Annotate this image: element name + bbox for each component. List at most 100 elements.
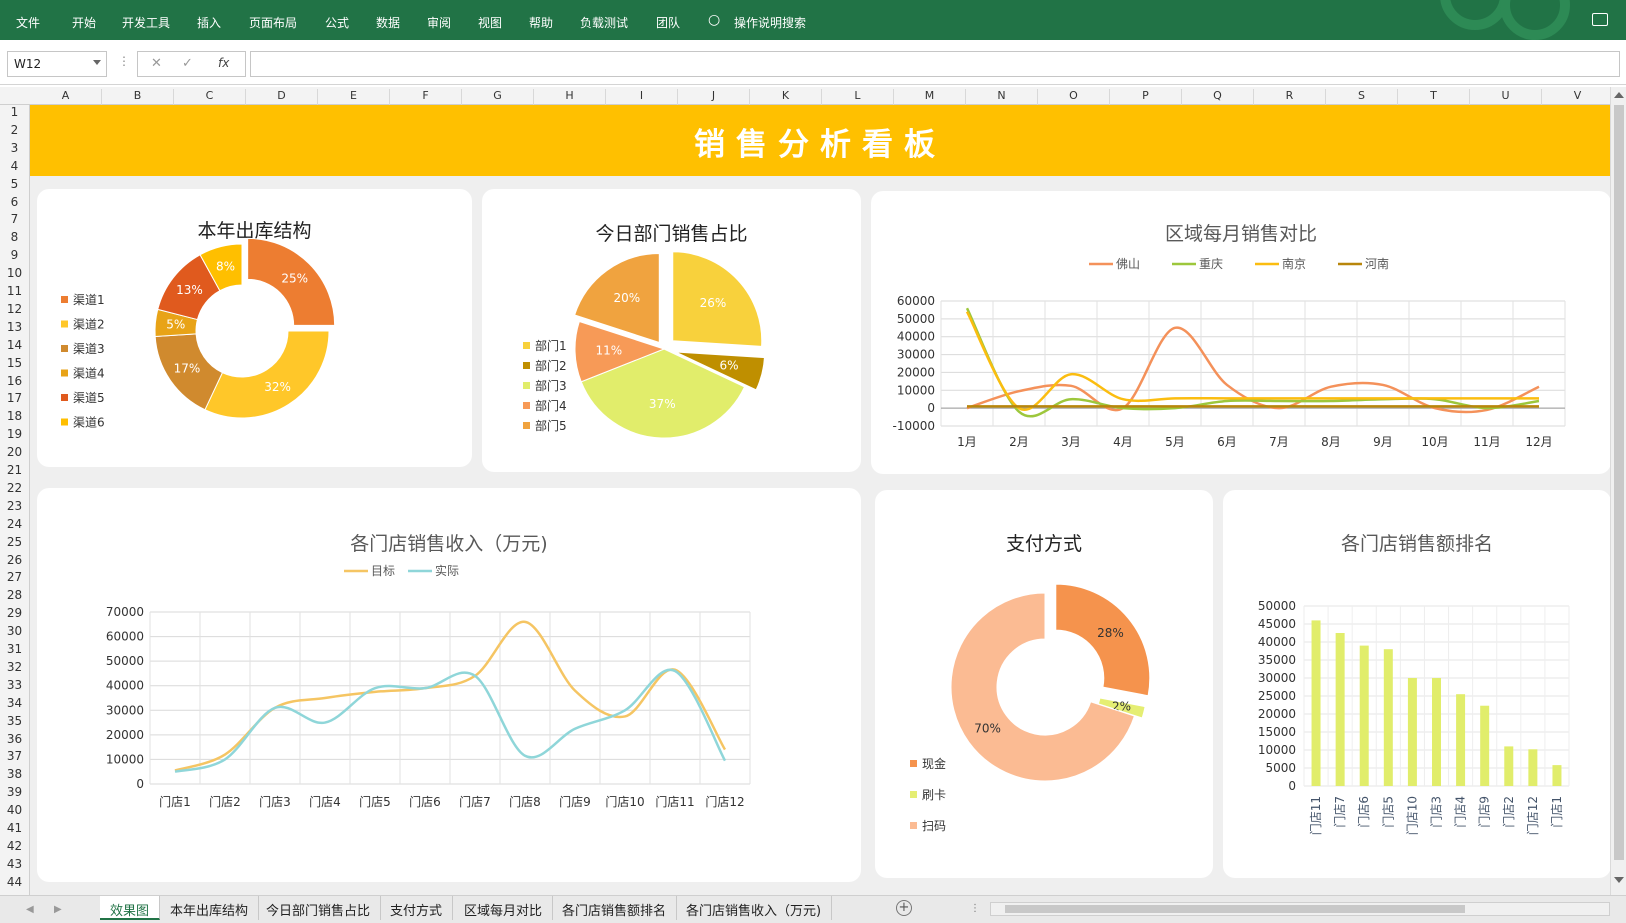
row-header[interactable]: 41 bbox=[0, 821, 29, 835]
row-header[interactable]: 24 bbox=[0, 517, 29, 531]
sheet-tab[interactable]: 今日部门销售占比 bbox=[256, 896, 382, 920]
add-sheet-icon[interactable]: + bbox=[896, 900, 912, 916]
column-header[interactable]: O bbox=[1038, 89, 1110, 105]
warehouse-donut-chart[interactable]: 25% 32% 17% 5% 13% 8% 渠道1 渠道2 渠道3 渠道4 渠道5 渠道6 bbox=[37, 189, 472, 467]
row-header[interactable]: 37 bbox=[0, 749, 29, 763]
row-header[interactable]: 14 bbox=[0, 338, 29, 352]
row-header[interactable]: 4 bbox=[0, 159, 29, 173]
ribbon-tab-file[interactable]: 文件 bbox=[16, 14, 40, 31]
column-header[interactable]: T bbox=[1398, 89, 1470, 105]
row-header[interactable]: 31 bbox=[0, 642, 29, 656]
column-header[interactable]: C bbox=[174, 89, 246, 105]
ribbon-tab-review[interactable]: 审阅 bbox=[427, 14, 451, 31]
sheet-tab[interactable]: 各门店销售额排名 bbox=[552, 896, 678, 920]
row-header[interactable]: 40 bbox=[0, 803, 29, 817]
column-header[interactable]: I bbox=[606, 89, 678, 105]
scroll-down-icon[interactable] bbox=[1614, 877, 1624, 883]
column-header[interactable]: G bbox=[462, 89, 534, 105]
card-ranking[interactable]: 各门店销售额排名 50000 45000 40000 35000 30000 25000 2… bbox=[1223, 490, 1611, 878]
column-header[interactable]: U bbox=[1470, 89, 1542, 105]
ribbon-tab-insert[interactable]: 插入 bbox=[197, 14, 221, 31]
row-header[interactable]: 10 bbox=[0, 266, 29, 280]
row-header[interactable]: 44 bbox=[0, 875, 29, 889]
ribbon-search[interactable]: 操作说明搜索 bbox=[734, 14, 806, 31]
ribbon-tab-page-layout[interactable]: 页面布局 bbox=[249, 14, 297, 31]
row-header[interactable]: 33 bbox=[0, 678, 29, 692]
row-header[interactable]: 30 bbox=[0, 624, 29, 638]
column-header[interactable]: F bbox=[390, 89, 462, 105]
column-header[interactable]: S bbox=[1326, 89, 1398, 105]
ribbon-tab-data[interactable]: 数据 bbox=[376, 14, 400, 31]
column-header[interactable]: J bbox=[678, 89, 750, 105]
name-box[interactable]: W12 bbox=[7, 51, 107, 77]
sheet-tab[interactable]: 区域每月对比 bbox=[454, 896, 554, 920]
next-sheet-icon[interactable]: ▶ bbox=[54, 904, 62, 915]
row-header[interactable]: 25 bbox=[0, 535, 29, 549]
column-header[interactable]: P bbox=[1110, 89, 1182, 105]
dept-pie-chart[interactable]: 26% 6% 37% 11% 20% 部门1 部门2 部门3 部门4 部门5 bbox=[482, 189, 861, 472]
confirm-icon[interactable]: ✓ bbox=[182, 56, 193, 71]
row-header[interactable]: 42 bbox=[0, 839, 29, 853]
row-header[interactable]: 32 bbox=[0, 660, 29, 674]
column-header[interactable]: B bbox=[102, 89, 174, 105]
row-header[interactable]: 5 bbox=[0, 177, 29, 191]
payment-donut-chart[interactable]: 28%2%70%现金刷卡扫码 bbox=[875, 490, 1213, 878]
card-region[interactable]: 区域每月销售对比 60000 50000 40000 30000 20000 10000 0… bbox=[871, 191, 1611, 474]
ribbon-tab-formulas[interactable]: 公式 bbox=[325, 14, 349, 31]
row-header[interactable]: 27 bbox=[0, 570, 29, 584]
row-header[interactable]: 23 bbox=[0, 499, 29, 513]
row-header[interactable]: 7 bbox=[0, 212, 29, 226]
column-header[interactable]: K bbox=[750, 89, 822, 105]
ribbon-tab-help[interactable]: 帮助 bbox=[529, 14, 553, 31]
row-header[interactable]: 2 bbox=[0, 123, 29, 137]
row-header[interactable]: 22 bbox=[0, 481, 29, 495]
row-header[interactable]: 3 bbox=[0, 141, 29, 155]
row-header[interactable]: 15 bbox=[0, 356, 29, 370]
card-warehouse[interactable]: 本年出库结构 25% 32% 17% 5% 13% 8% 渠道1 渠道2 渠道3 渠道4 渠道5 渠道… bbox=[37, 189, 472, 467]
row-header[interactable]: 17 bbox=[0, 391, 29, 405]
row-header[interactable]: 8 bbox=[0, 230, 29, 244]
more-dots-icon[interactable]: ⋮ bbox=[970, 903, 980, 914]
row-header[interactable]: 1 bbox=[0, 105, 29, 119]
store-income-line-chart[interactable]: 70000 60000 50000 40000 30000 20000 10000 0 门店1 门… bbox=[37, 488, 861, 882]
row-header[interactable]: 6 bbox=[0, 195, 29, 209]
card-dept[interactable]: 今日部门销售占比 26% 6% 37% 11% 20% 部门1 部门2 部门3 部门4 部门5 bbox=[482, 189, 861, 472]
sheet-tab[interactable]: 支付方式 bbox=[380, 896, 454, 920]
prev-sheet-icon[interactable]: ◀ bbox=[26, 904, 34, 915]
column-header[interactable]: V bbox=[1542, 89, 1614, 105]
row-header[interactable]: 21 bbox=[0, 463, 29, 477]
row-header[interactable]: 20 bbox=[0, 445, 29, 459]
row-header[interactable]: 29 bbox=[0, 606, 29, 620]
column-header[interactable]: H bbox=[534, 89, 606, 105]
column-header[interactable]: E bbox=[318, 89, 390, 105]
scroll-up-icon[interactable] bbox=[1614, 92, 1624, 98]
vertical-scroll-thumb[interactable] bbox=[1614, 105, 1624, 860]
chevron-down-icon[interactable] bbox=[93, 60, 101, 65]
ribbon-tab-view[interactable]: 视图 bbox=[478, 14, 502, 31]
ranking-bar-chart[interactable]: 5000045000400003500030000250002000015000… bbox=[1223, 490, 1611, 878]
row-header[interactable]: 38 bbox=[0, 767, 29, 781]
card-store-income[interactable]: 各门店销售收入（万元) 70000 60000 50000 40000 30000 200… bbox=[37, 488, 861, 882]
function-icon[interactable]: fx bbox=[218, 56, 229, 70]
row-header[interactable]: 35 bbox=[0, 714, 29, 728]
row-header[interactable]: 12 bbox=[0, 302, 29, 316]
column-header[interactable]: Q bbox=[1182, 89, 1254, 105]
column-header[interactable]: D bbox=[246, 89, 318, 105]
row-header[interactable]: 39 bbox=[0, 785, 29, 799]
horizontal-scroll-thumb[interactable] bbox=[1005, 905, 1465, 913]
row-header[interactable]: 43 bbox=[0, 857, 29, 871]
row-header[interactable]: 13 bbox=[0, 320, 29, 334]
card-payment[interactable]: 支付方式 28% 2% 70% 现金 刷卡 扫码 bbox=[875, 490, 1213, 878]
formula-input[interactable] bbox=[250, 51, 1620, 77]
row-header[interactable]: 18 bbox=[0, 409, 29, 423]
row-header[interactable]: 28 bbox=[0, 588, 29, 602]
comment-icon[interactable] bbox=[1592, 13, 1608, 26]
region-line-chart[interactable]: 60000 50000 40000 30000 20000 10000 0 -10000 1月 2… bbox=[871, 191, 1611, 474]
sheet-tab[interactable]: 各门店销售收入（万元) bbox=[676, 896, 833, 920]
row-header[interactable]: 19 bbox=[0, 427, 29, 441]
ribbon-tab-developer[interactable]: 开发工具 bbox=[122, 14, 170, 31]
column-header[interactable]: R bbox=[1254, 89, 1326, 105]
row-header[interactable]: 9 bbox=[0, 248, 29, 262]
row-header[interactable]: 16 bbox=[0, 374, 29, 388]
ribbon-tab-load-test[interactable]: 负载测试 bbox=[580, 14, 628, 31]
